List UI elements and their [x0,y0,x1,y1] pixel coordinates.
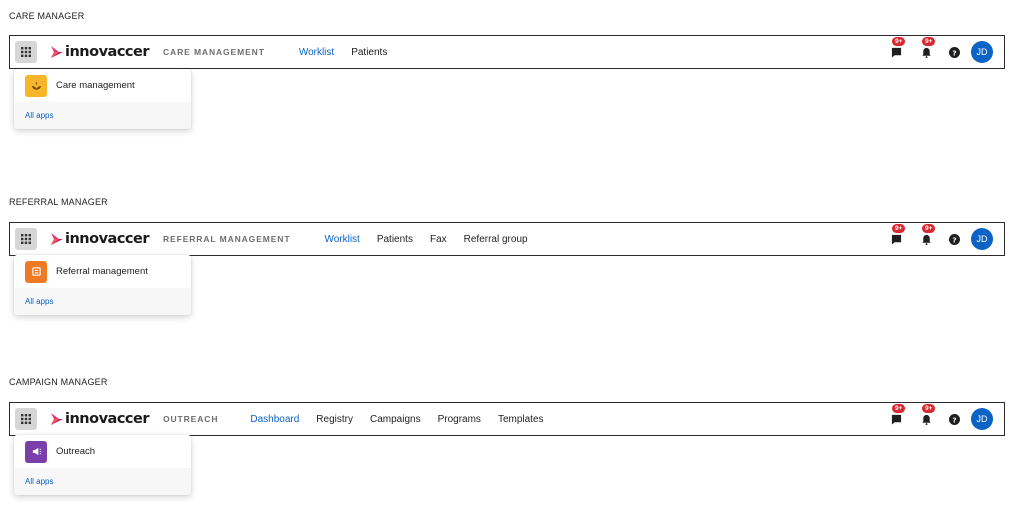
top-navbar-campaign: innovaccer OUTREACH Dashboard Registry C… [9,402,1005,436]
app-item-label: Care management [56,80,135,91]
app-switcher-button[interactable] [15,228,37,250]
dropdown-footer: All apps [14,468,191,495]
nav-links: Worklist Patients Fax Referral group [324,234,544,245]
app-switcher-button[interactable] [15,41,37,63]
app-icon [25,440,47,463]
app-item-outreach[interactable]: Outreach [14,435,191,468]
nav-fax[interactable]: Fax [430,234,447,245]
help-button[interactable]: ? [949,413,960,425]
notifications-badge: 9+ [922,404,936,413]
product-name: OUTREACH [163,414,219,424]
messages-button[interactable]: 9+ [889,404,906,426]
messages-badge: 9+ [892,224,906,233]
user-avatar[interactable]: JD [971,408,993,430]
brand-logo-text: innovaccer [65,411,150,427]
help-button[interactable]: ? [949,233,960,245]
dropdown-footer: All apps [14,288,191,315]
brand-logo[interactable]: innovaccer [50,44,150,60]
message-icon [891,414,901,425]
section-title-referral-manager: REFERRAL MANAGER [9,197,108,207]
top-navbar-referral: innovaccer REFERRAL MANAGEMENT Worklist … [9,222,1005,256]
brand-logo-text: innovaccer [65,231,150,247]
user-avatar[interactable]: JD [971,41,993,63]
app-icon [25,74,47,97]
brand-logo[interactable]: innovaccer [50,411,150,427]
referral-list-icon [31,267,41,276]
all-apps-link[interactable]: All apps [25,297,53,306]
nav-dashboard[interactable]: Dashboard [250,414,299,425]
top-navbar-care: innovaccer CARE MANAGEMENT Worklist Pati… [9,35,1005,69]
nav-registry[interactable]: Registry [316,414,353,425]
help-icon: ? [949,233,960,245]
innovaccer-logo-icon [51,413,63,425]
product-name: REFERRAL MANAGEMENT [163,234,291,244]
notifications-badge: 9+ [922,224,936,233]
messages-button[interactable]: 9+ [889,37,906,59]
notifications-button[interactable]: 9+ [919,224,936,246]
product-name: CARE MANAGEMENT [163,47,265,57]
notifications-badge: 9+ [922,37,936,46]
nav-links: Dashboard Registry Campaigns Programs Te… [250,414,560,425]
leaf-hand-icon [31,81,41,90]
messages-badge: 9+ [892,37,906,46]
megaphone-icon [32,447,41,456]
nav-worklist[interactable]: Worklist [299,47,334,58]
nav-programs[interactable]: Programs [438,414,481,425]
app-icon [25,260,47,283]
app-switcher-dropdown: Outreach All apps [14,435,191,495]
app-switcher-button[interactable] [15,408,37,430]
help-icon: ? [949,413,960,425]
dropdown-footer: All apps [14,102,191,129]
nav-templates[interactable]: Templates [498,414,544,425]
nav-links: Worklist Patients [299,47,405,58]
app-item-label: Outreach [56,446,96,457]
messages-button[interactable]: 9+ [889,224,906,246]
message-icon [891,234,901,245]
grid-icon [21,234,31,244]
all-apps-link[interactable]: All apps [25,477,53,486]
svg-text:?: ? [952,235,956,244]
innovaccer-logo-icon [51,46,63,58]
messages-badge: 9+ [892,404,906,413]
app-switcher-dropdown: Care management All apps [14,69,191,129]
help-icon: ? [949,46,960,58]
brand-logo[interactable]: innovaccer [50,231,150,247]
app-item-care-management[interactable]: Care management [14,69,191,102]
message-icon [891,47,901,58]
help-button[interactable]: ? [949,46,960,58]
user-avatar[interactable]: JD [971,228,993,250]
nav-campaigns[interactable]: Campaigns [370,414,421,425]
grid-icon [21,414,31,424]
section-title-care-manager: CARE MANAGER [9,11,85,21]
brand-logo-text: innovaccer [65,44,150,60]
bell-icon [921,414,931,425]
innovaccer-logo-icon [51,233,63,245]
nav-worklist[interactable]: Worklist [324,234,359,245]
app-switcher-dropdown: Referral management All apps [14,255,191,315]
section-title-campaign-manager: CAMPAIGN MANAGER [9,377,108,387]
nav-patients[interactable]: Patients [351,47,387,58]
nav-patients[interactable]: Patients [377,234,413,245]
bell-icon [921,47,931,58]
nav-referral-group[interactable]: Referral group [464,234,528,245]
all-apps-link[interactable]: All apps [25,111,53,120]
notifications-button[interactable]: 9+ [919,37,936,59]
app-item-label: Referral management [56,266,148,277]
notifications-button[interactable]: 9+ [919,404,936,426]
app-item-referral-management[interactable]: Referral management [14,255,191,288]
svg-text:?: ? [952,415,956,424]
svg-text:?: ? [952,48,956,57]
bell-icon [921,234,931,245]
grid-icon [21,47,31,57]
